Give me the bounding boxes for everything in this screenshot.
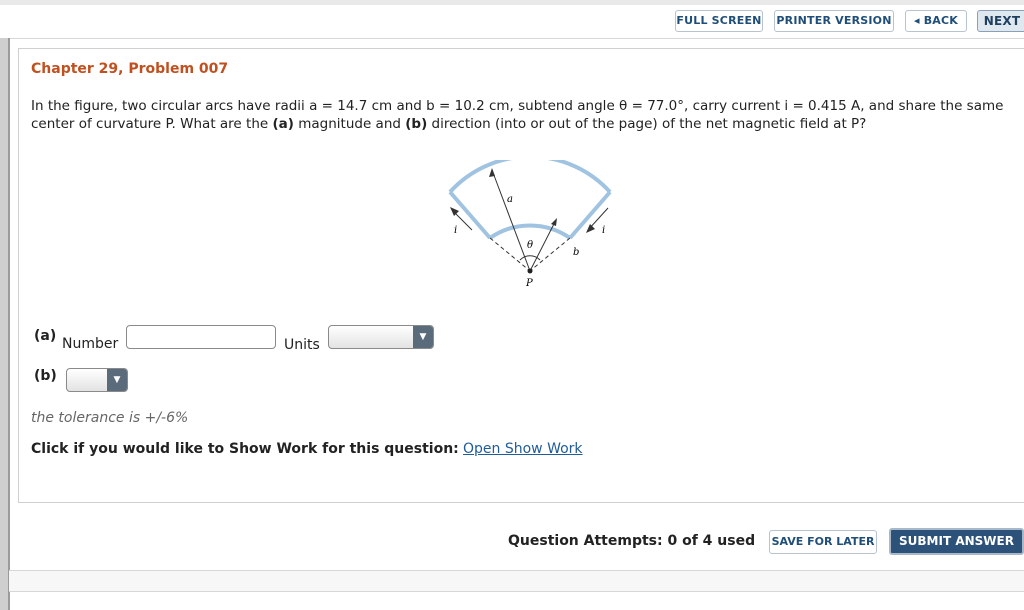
point-p bbox=[527, 268, 533, 274]
number-label: Number bbox=[62, 336, 119, 352]
radius-b-arrowhead bbox=[551, 218, 557, 226]
problem-line-2-pre: center of curvature P. What are the bbox=[31, 116, 273, 132]
tolerance-note: the tolerance is +/-6% bbox=[31, 410, 189, 426]
attempts-counter: Question Attempts: 0 of 4 used bbox=[508, 533, 756, 549]
label-p: P bbox=[525, 278, 533, 289]
direction-select[interactable]: ▼ bbox=[66, 368, 128, 392]
part-b-marker: (b) bbox=[405, 116, 428, 132]
arcs-figure: a b θ i i P bbox=[448, 160, 612, 289]
next-button[interactable]: NEXT bbox=[977, 10, 1024, 32]
problem-statement: In the figure, two circular arcs have ra… bbox=[31, 97, 1021, 133]
label-i-left: i bbox=[454, 225, 457, 236]
units-label: Units bbox=[284, 337, 320, 353]
part-a-label: (a) bbox=[34, 328, 57, 344]
right-radius-dashed bbox=[529, 237, 571, 272]
left-scroll-edge bbox=[0, 38, 10, 610]
radius-a-arrowhead bbox=[489, 168, 495, 177]
top-strip bbox=[0, 0, 1024, 5]
back-button[interactable]: ◂ BACK bbox=[905, 10, 967, 32]
submit-answer-button[interactable]: SUBMIT ANSWER bbox=[889, 528, 1024, 555]
full-screen-button[interactable]: FULL SCREEN bbox=[675, 10, 763, 32]
top-toolbar: FULL SCREEN PRINTER VERSION ◂ BACK NEXT bbox=[0, 0, 1024, 39]
problem-line-1: In the figure, two circular arcs have ra… bbox=[31, 98, 1004, 114]
show-work-prompt: Click if you would like to Show Work for… bbox=[31, 441, 459, 457]
outer-arc bbox=[448, 160, 612, 194]
label-a: a bbox=[507, 194, 513, 205]
part-a-marker: (a) bbox=[272, 116, 294, 132]
units-select[interactable]: ▼ bbox=[328, 325, 434, 349]
printer-version-button[interactable]: PRINTER VERSION bbox=[774, 10, 894, 32]
save-for-later-button[interactable]: SAVE FOR LATER bbox=[769, 530, 877, 554]
problem-line-2-post: direction (into or out of the page) of t… bbox=[427, 116, 867, 132]
chevron-down-icon: ▼ bbox=[413, 326, 433, 348]
inner-arc bbox=[488, 223, 572, 240]
problem-title: Chapter 29, Problem 007 bbox=[31, 61, 229, 77]
current-right-arrowhead bbox=[586, 224, 595, 233]
problem-line-2-mid: magnitude and bbox=[293, 116, 406, 132]
chevron-down-icon: ▼ bbox=[107, 369, 127, 391]
part-b-label: (b) bbox=[34, 368, 57, 384]
label-b: b bbox=[573, 247, 579, 258]
label-i-right: i bbox=[602, 225, 605, 236]
bottom-band bbox=[9, 570, 1024, 592]
number-input[interactable] bbox=[126, 325, 276, 349]
label-theta: θ bbox=[527, 240, 533, 251]
radius-a-line bbox=[491, 169, 531, 272]
problem-line-2: center of curvature P. What are the (a) … bbox=[31, 115, 1021, 133]
current-left-arrowhead bbox=[450, 207, 459, 216]
open-show-work-link[interactable]: Open Show Work bbox=[463, 441, 583, 457]
